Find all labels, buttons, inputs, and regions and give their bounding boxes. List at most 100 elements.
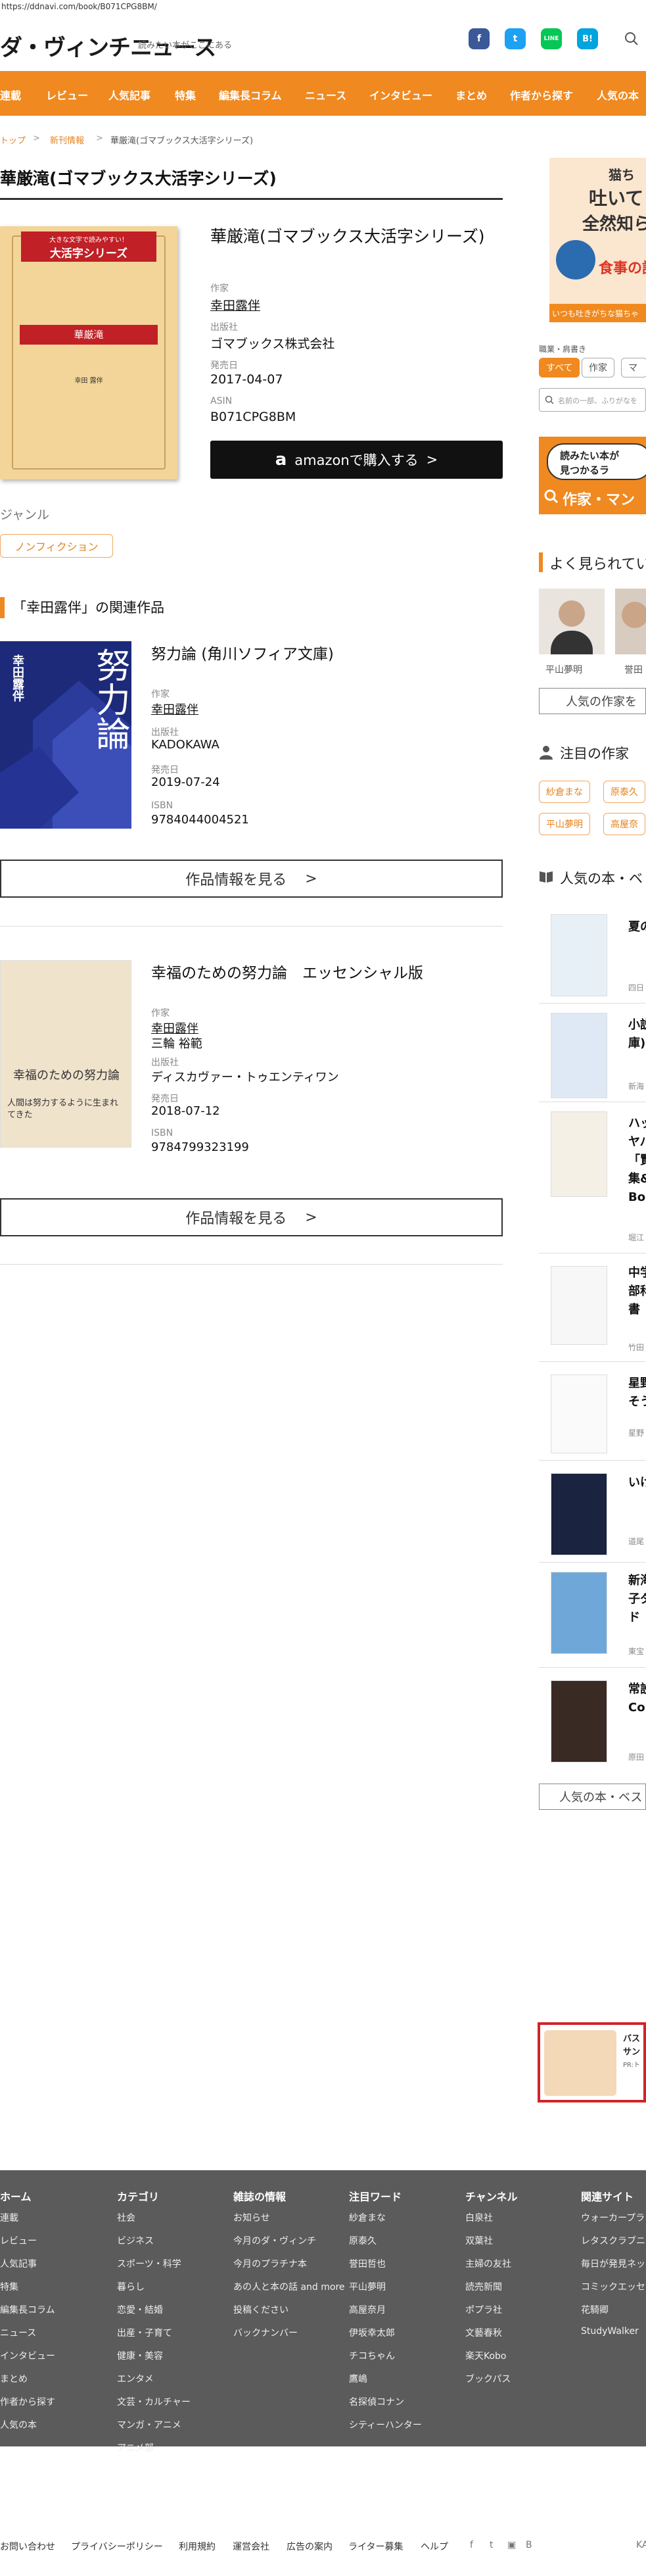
author-name-1[interactable]: 平山夢明 bbox=[545, 663, 582, 676]
ranking-title-2[interactable]: 小説 庫) bbox=[628, 1016, 646, 1053]
hatena-icon[interactable]: B bbox=[526, 2540, 532, 2550]
sidebar-banner[interactable]: 読みたい本が 見つかるラ 作家・マン bbox=[539, 437, 646, 514]
nav-item-popular[interactable]: 人気記事 bbox=[108, 87, 150, 103]
footer-link[interactable]: 高屋奈月 bbox=[349, 2303, 386, 2316]
footer-link[interactable]: 毎日が発見ネッ bbox=[581, 2257, 645, 2270]
nav-item-authors[interactable]: 作者から探す bbox=[510, 87, 573, 103]
trending-chip-2[interactable]: 原泰久 bbox=[603, 781, 645, 803]
related-title-2[interactable]: 幸福のための努力論 エッセンシャル版 bbox=[151, 960, 423, 983]
bottom-link-company[interactable]: 運営会社 bbox=[233, 2540, 269, 2553]
footer-link[interactable]: ブックパス bbox=[465, 2372, 511, 2385]
breadcrumb-top[interactable]: トップ bbox=[0, 134, 26, 146]
bottom-link-contact[interactable]: お問い合わせ bbox=[0, 2540, 55, 2553]
sidebar-ad-bottom[interactable]: バス サン PR:ト bbox=[538, 2022, 646, 2102]
footer-link[interactable]: 花騎卿 bbox=[581, 2303, 609, 2316]
footer-link[interactable]: 伊坂幸太郎 bbox=[349, 2326, 395, 2339]
footer-link[interactable]: 投稿ください bbox=[233, 2303, 288, 2316]
ranking-thumb-1[interactable] bbox=[551, 914, 607, 996]
related-cover-1[interactable]: 幸田露伴 努力論 bbox=[0, 641, 131, 829]
footer-link[interactable]: インタビュー bbox=[0, 2349, 55, 2362]
footer-link[interactable]: 文芸・カルチャー bbox=[117, 2395, 191, 2408]
footer-link[interactable]: 紗倉まな bbox=[349, 2211, 386, 2224]
footer-link[interactable]: 編集長コラム bbox=[0, 2303, 55, 2316]
footer-column-heading[interactable]: 関連サイト bbox=[581, 2188, 634, 2204]
twitter-icon[interactable]: t bbox=[490, 2540, 494, 2550]
nav-item-popular-books[interactable]: 人気の本 bbox=[597, 87, 639, 103]
footer-link[interactable]: 読売新聞 bbox=[465, 2280, 502, 2293]
bottom-link-terms[interactable]: 利用規約 bbox=[179, 2540, 216, 2553]
twitter-icon[interactable]: t bbox=[505, 28, 526, 49]
footer-link[interactable]: 鷹嶋 bbox=[349, 2372, 367, 2385]
footer-link[interactable]: ニュース bbox=[0, 2326, 36, 2339]
footer-link[interactable]: 人気の本 bbox=[0, 2418, 37, 2431]
footer-link[interactable]: 連載 bbox=[0, 2211, 18, 2224]
ranking-thumb-2[interactable] bbox=[551, 1013, 607, 1098]
footer-link[interactable]: 文藝春秋 bbox=[465, 2326, 502, 2339]
footer-link[interactable]: ポプラ社 bbox=[465, 2303, 502, 2316]
ranking-title-5[interactable]: 星野 そう bbox=[628, 1374, 646, 1411]
author-tab-author[interactable]: 作家 bbox=[582, 358, 614, 377]
footer-link[interactable]: 恋愛・結婚 bbox=[117, 2303, 163, 2316]
nav-item-feature[interactable]: 特集 bbox=[175, 87, 196, 103]
trending-chip-4[interactable]: 高屋奈 bbox=[603, 813, 645, 835]
bottom-link-privacy[interactable]: プライバシーポリシー bbox=[71, 2540, 163, 2553]
author-search-input[interactable]: 名前の一部、ふりがなを bbox=[539, 388, 646, 412]
nav-item-editor-column[interactable]: 編集長コラム bbox=[219, 87, 282, 103]
footer-link[interactable]: 主婦の友社 bbox=[465, 2257, 511, 2270]
footer-link[interactable]: アニメ部 bbox=[117, 2441, 154, 2454]
related-1-more-button[interactable]: 作品情報を見る > bbox=[0, 860, 503, 898]
author-photo-1[interactable] bbox=[539, 589, 605, 654]
sidebar-ad-top[interactable]: 猫ち 吐いて 全然知ら 食事の話 いつも吐きがちな猫ちゃ bbox=[549, 158, 646, 322]
footer-link[interactable]: 暮らし bbox=[117, 2280, 145, 2293]
footer-link[interactable]: StudyWalker bbox=[581, 2326, 639, 2337]
footer-link[interactable]: 特集 bbox=[0, 2280, 18, 2293]
ranking-thumb-5[interactable] bbox=[551, 1374, 607, 1453]
nav-item-review[interactable]: レビュー bbox=[46, 87, 88, 103]
related-1-author-link[interactable]: 幸田露伴 bbox=[151, 700, 198, 717]
footer-column-heading[interactable]: チャンネル bbox=[465, 2188, 518, 2204]
related-title-1[interactable]: 努力論 (角川ソフィア文庫) bbox=[151, 641, 334, 664]
related-2-more-button[interactable]: 作品情報を見る > bbox=[0, 1198, 503, 1236]
nav-item-interview[interactable]: インタビュー bbox=[369, 87, 432, 103]
amazon-buy-button[interactable]: a amazonで購入する > bbox=[210, 441, 503, 479]
bottom-link-help[interactable]: ヘルプ bbox=[421, 2540, 448, 2553]
line-icon[interactable]: ▣ bbox=[507, 2540, 516, 2550]
footer-column-heading[interactable]: 注目ワード bbox=[349, 2188, 402, 2204]
footer-link[interactable]: 社会 bbox=[117, 2211, 135, 2224]
author-tab-all[interactable]: すべて bbox=[539, 358, 580, 377]
breadcrumb-new-releases[interactable]: 新刊情報 bbox=[50, 134, 84, 146]
footer-link[interactable]: バックナンバー bbox=[233, 2326, 298, 2339]
footer-link[interactable]: まとめ bbox=[0, 2372, 28, 2385]
footer-link[interactable]: 白泉社 bbox=[465, 2211, 493, 2224]
hatena-icon[interactable]: B! bbox=[577, 28, 598, 49]
nav-item-series[interactable]: 連載 bbox=[0, 87, 21, 103]
footer-link[interactable]: 双葉社 bbox=[465, 2234, 493, 2247]
footer-link[interactable]: レタスクラブニ bbox=[581, 2234, 645, 2247]
footer-link[interactable]: エンタメ bbox=[117, 2372, 154, 2385]
bottom-link-ads[interactable]: 広告の案内 bbox=[287, 2540, 333, 2553]
ranking-title-8[interactable]: 常設 Col bbox=[628, 1680, 646, 1717]
footer-link[interactable]: シティーハンター bbox=[349, 2418, 422, 2431]
facebook-icon[interactable]: f bbox=[470, 2540, 473, 2550]
bottom-link-writer[interactable]: ライター募集 bbox=[348, 2540, 403, 2553]
footer-link[interactable]: 健康・美容 bbox=[117, 2349, 163, 2362]
ranking-more-button[interactable]: 人気の本・ベス bbox=[539, 1784, 646, 1810]
trending-chip-1[interactable]: 紗倉まな bbox=[539, 781, 590, 803]
ranking-title-6[interactable]: いけ bbox=[628, 1473, 646, 1490]
footer-link[interactable]: マンガ・アニメ bbox=[117, 2418, 181, 2431]
ranking-thumb-8[interactable] bbox=[551, 1680, 607, 1762]
footer-link[interactable]: あの人と本の話 and more bbox=[233, 2280, 345, 2293]
footer-link[interactable]: 出産・子育て bbox=[117, 2326, 172, 2339]
kadokawa-logo[interactable]: KA bbox=[636, 2540, 646, 2550]
author-tab-manga[interactable]: マ bbox=[621, 358, 646, 377]
facebook-icon[interactable]: f bbox=[469, 28, 490, 49]
footer-link[interactable]: ウォーカープラ bbox=[581, 2211, 645, 2224]
nav-item-news[interactable]: ニュース bbox=[305, 87, 346, 103]
address-bar[interactable]: https://ddnavi.com/book/B071CPG8BM/ bbox=[0, 0, 646, 13]
search-icon[interactable] bbox=[624, 32, 639, 46]
footer-link[interactable]: 作者から探す bbox=[0, 2395, 55, 2408]
ranking-title-3[interactable]: ハッ ヤバ 「賢 集& Boo bbox=[628, 1115, 646, 1206]
ranking-title-4[interactable]: 中学 部科 書 bbox=[628, 1264, 646, 1319]
footer-link[interactable]: スポーツ・科学 bbox=[117, 2257, 181, 2270]
popular-authors-button[interactable]: 人気の作家を bbox=[539, 688, 646, 714]
